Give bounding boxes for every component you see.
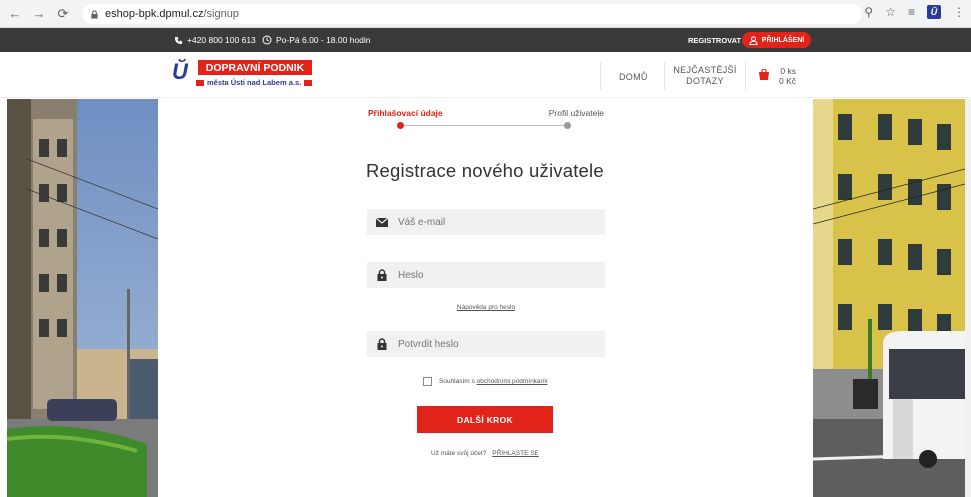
cart-icon[interactable]	[758, 69, 770, 80]
step-login-details: Přihlašovací údaje	[368, 108, 443, 118]
step-progress-line	[400, 125, 568, 126]
logo-square-right	[304, 79, 313, 86]
registration-steps: Přihlašovací údaje Profil uživatele	[368, 108, 604, 130]
step-inactive-dot	[564, 122, 571, 129]
address-bar[interactable]: eshop-bpk.dpmul.cz/signup	[82, 4, 862, 24]
envelope-icon	[376, 216, 388, 228]
nav-faq[interactable]: NEJČASTĚJŠÍ DOTAZY	[668, 65, 742, 87]
top-contact-bar: +420 800 100 613 Po-Pá 6.00 - 18.00 hodi…	[0, 28, 971, 52]
lock-icon	[376, 338, 388, 350]
cart-total: 0 Kč	[779, 76, 797, 86]
password-field[interactable]: Heslo	[367, 262, 605, 288]
register-link[interactable]: REGISTROVAT	[688, 36, 741, 45]
logo-title[interactable]: DOPRAVNÍ PODNIK	[198, 60, 312, 75]
logo-subtitle-text: města Ústí nad Labem a.s.	[207, 78, 302, 87]
have-account-text: Už máte svůj účet?	[431, 450, 487, 457]
lock-icon	[376, 269, 388, 281]
phone-number: +420 800 100 613	[187, 35, 256, 45]
terms-checkbox[interactable]	[423, 377, 432, 386]
nav-faq-line2: DOTAZY	[686, 76, 724, 86]
terms-consent: Souhlasím s obchodními podmínkami	[423, 377, 547, 386]
consent-text: Souhlasím s	[439, 378, 475, 385]
site-header: Ŭ DOPRAVNÍ PODNIK města Ústí nad Labem a…	[0, 52, 971, 98]
nav-divider	[664, 62, 665, 90]
cart-count: 0 ks	[780, 66, 797, 76]
extension-logo-icon[interactable]: Ŭ	[927, 5, 941, 19]
nav-divider	[745, 62, 746, 90]
logo-square-left	[196, 79, 204, 86]
step-user-profile: Profil uživatele	[548, 108, 604, 118]
confirm-password-field[interactable]: Potvrdit heslo	[367, 331, 605, 357]
logo-subtitle: města Ústí nad Labem a.s.	[196, 78, 313, 87]
back-icon[interactable]: ←	[6, 5, 24, 23]
nav-home[interactable]: DOMŮ	[619, 72, 648, 82]
browser-actions: ⚲ ☆ ≡ Ŭ ⋮	[864, 5, 965, 19]
next-step-button[interactable]: DALŠÍ KROK	[417, 406, 553, 433]
user-icon	[749, 35, 758, 45]
password-help-link[interactable]: Nápověda pro heslo	[367, 304, 605, 311]
page-scrollbar[interactable]	[965, 99, 971, 497]
login-label: PŘIHLÁŠENÍ	[761, 36, 805, 44]
reload-icon[interactable]: ⟳	[54, 5, 72, 23]
forward-icon[interactable]: →	[30, 5, 48, 23]
clock-icon	[262, 35, 272, 45]
building-photo-right	[813, 99, 965, 497]
logo-mark[interactable]: Ŭ	[172, 59, 196, 85]
email-field[interactable]: Váš e-mail	[367, 209, 605, 235]
terms-link[interactable]: obchodními podmínkami	[477, 378, 548, 385]
opening-hours: Po-Pá 6.00 - 18.00 hodin	[262, 35, 371, 45]
reading-list-icon[interactable]: ≡	[908, 5, 915, 19]
lock-icon	[91, 9, 98, 19]
nav-faq-line1: NEJČASTĚJŠÍ	[673, 65, 737, 75]
nav-divider	[600, 62, 601, 90]
confirm-password-placeholder: Potvrdit heslo	[398, 338, 459, 350]
browser-toolbar: ← → ⟳ eshop-bpk.dpmul.cz/signup ⚲ ☆ ≡ Ŭ …	[0, 0, 971, 28]
star-icon[interactable]: ☆	[885, 5, 896, 19]
have-account-row: Už máte svůj účet? PŘIHLASTE SE	[431, 450, 539, 457]
url-host: eshop-bpk.dpmul.cz	[105, 8, 204, 20]
email-placeholder: Váš e-mail	[398, 216, 446, 228]
url-path: /signup	[203, 8, 239, 20]
zoom-icon[interactable]: ⚲	[864, 5, 873, 19]
hours-text: Po-Pá 6.00 - 18.00 hodin	[276, 35, 371, 45]
step-active-dot	[397, 122, 404, 129]
login-link[interactable]: PŘIHLASTE SE	[492, 450, 539, 457]
building-photo-right-image	[813, 99, 965, 497]
cart-summary[interactable]: 0 ks 0 Kč	[779, 66, 796, 86]
phone-contact[interactable]: +420 800 100 613	[174, 35, 256, 45]
street-photo-left	[7, 99, 158, 497]
menu-icon[interactable]: ⋮	[953, 5, 965, 19]
login-button[interactable]: PŘIHLÁŠENÍ	[742, 32, 811, 48]
password-placeholder: Heslo	[398, 269, 424, 281]
phone-icon	[174, 36, 183, 44]
page-title: Registrace nového uživatele	[366, 160, 604, 181]
street-photo-left-image	[7, 99, 158, 497]
